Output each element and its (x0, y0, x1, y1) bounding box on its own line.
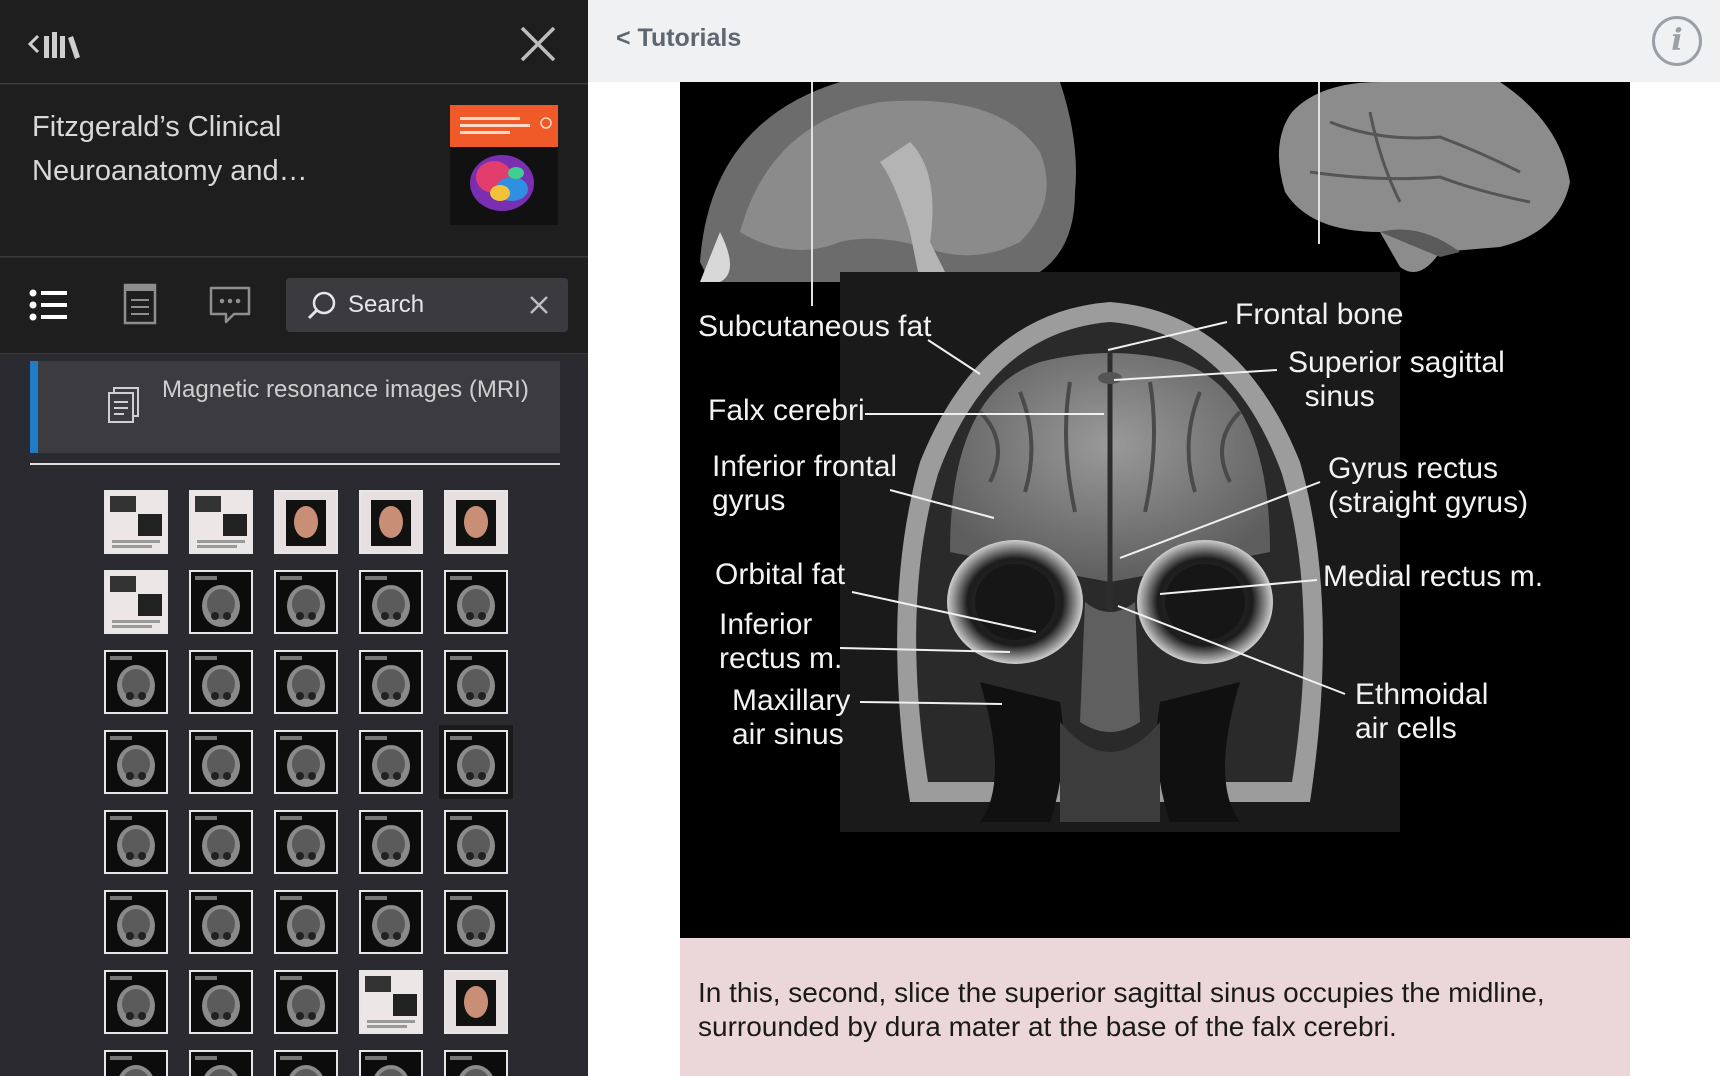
back-to-tutorials-link[interactable]: < Tutorials (616, 24, 741, 53)
thumbnail[interactable] (359, 970, 423, 1034)
search-input[interactable]: Search (286, 278, 568, 332)
thumbnail[interactable] (189, 650, 253, 714)
thumbnail[interactable] (104, 490, 168, 554)
thumbnail[interactable] (359, 1050, 423, 1076)
thumbnail[interactable] (104, 1050, 168, 1076)
thumbnail[interactable] (104, 970, 168, 1034)
thumbnail[interactable] (444, 490, 508, 554)
thumbnail[interactable] (359, 570, 423, 634)
sidebar-toolbar: Search (0, 258, 588, 354)
thumbnail[interactable] (359, 650, 423, 714)
thumbnail[interactable] (189, 970, 253, 1034)
thumbnail[interactable] (444, 890, 508, 954)
thumbnail[interactable] (359, 810, 423, 874)
thumbnail[interactable] (359, 490, 423, 554)
label-gyrus-rectus: Gyrus rectus (straight gyrus) (1328, 452, 1529, 519)
sidebar-topbar (0, 0, 588, 84)
sidebar: Fitzgerald’s Clinical Neuroanatomy and… (0, 0, 588, 1076)
thumbnail[interactable] (274, 970, 338, 1034)
thumbnail[interactable] (189, 810, 253, 874)
label-maxillary-air-sinus: Maxillary air sinus (732, 684, 851, 751)
search-icon (307, 291, 336, 320)
mri-figure: Subcutaneous fat Frontal bone Superior s… (680, 82, 1630, 938)
notes-icon[interactable] (206, 282, 254, 328)
document-icon (108, 387, 139, 423)
section-divider (30, 463, 560, 465)
thumbnail[interactable] (274, 650, 338, 714)
close-icon[interactable] (514, 20, 562, 68)
label-subcutaneous-fat: Subcutaneous fat (698, 310, 932, 343)
thumbnail[interactable] (444, 570, 508, 634)
thumbnail[interactable] (274, 810, 338, 874)
thumbnail[interactable] (104, 570, 168, 634)
thumbnail[interactable] (189, 570, 253, 634)
info-button[interactable]: i (1652, 16, 1702, 66)
thumbnail[interactable] (104, 810, 168, 874)
figure-caption: In this, second, slice the superior sagi… (698, 977, 1545, 1042)
thumbnail[interactable] (274, 730, 338, 794)
label-frontal-bone: Frontal bone (1235, 298, 1404, 331)
book-title: Fitzgerald’s Clinical Neuroanatomy and… (32, 111, 308, 187)
info-icon: i (1671, 23, 1683, 58)
thumbnail[interactable] (274, 490, 338, 554)
thumbnail[interactable] (274, 570, 338, 634)
label-ethmoidal-air-cells: Ethmoidal air cells (1355, 678, 1489, 745)
page-view-icon[interactable] (116, 282, 164, 328)
label-superior-sagittal-sinus: Superior sagittal sinus (1288, 346, 1505, 413)
thumbnail[interactable] (444, 650, 508, 714)
thumbnail[interactable] (444, 730, 508, 794)
thumbnail[interactable] (189, 490, 253, 554)
thumbnail[interactable] (444, 810, 508, 874)
label-inferior-frontal-gyrus: Inferior frontal gyrus (712, 450, 898, 517)
thumbnail[interactable] (274, 1050, 338, 1076)
book-cover[interactable] (450, 105, 558, 225)
thumbnail[interactable] (104, 730, 168, 794)
label-falx-cerebri: Falx cerebri (708, 394, 865, 427)
label-orbital-fat: Orbital fat (715, 558, 846, 591)
section-label: Magnetic resonance images (MRI) (162, 376, 529, 403)
thumbnail[interactable] (444, 970, 508, 1034)
thumbnail[interactable] (189, 1050, 253, 1076)
thumbnail[interactable] (189, 890, 253, 954)
label-medial-rectus: Medial rectus m. (1323, 560, 1544, 593)
thumbnail[interactable] (359, 890, 423, 954)
library-icon[interactable] (26, 24, 90, 64)
thumbnail-grid (0, 490, 588, 1076)
figure-caption-box: In this, second, slice the superior sagi… (680, 938, 1630, 1076)
thumbnail[interactable] (189, 730, 253, 794)
content-header: < Tutorials i (588, 0, 1720, 82)
toc-list-icon[interactable] (26, 282, 74, 328)
section-item-mri[interactable]: Magnetic resonance images (MRI) (30, 361, 560, 453)
search-label: Search (348, 291, 425, 318)
thumbnail[interactable] (444, 1050, 508, 1076)
book-header: Fitzgerald’s Clinical Neuroanatomy and… (0, 85, 588, 257)
thumbnail[interactable] (359, 730, 423, 794)
thumbnail[interactable] (274, 890, 338, 954)
clear-search-icon[interactable] (526, 292, 552, 318)
thumbnail[interactable] (104, 890, 168, 954)
thumbnail[interactable] (104, 650, 168, 714)
label-inferior-rectus: Inferior rectus m. (719, 608, 843, 675)
